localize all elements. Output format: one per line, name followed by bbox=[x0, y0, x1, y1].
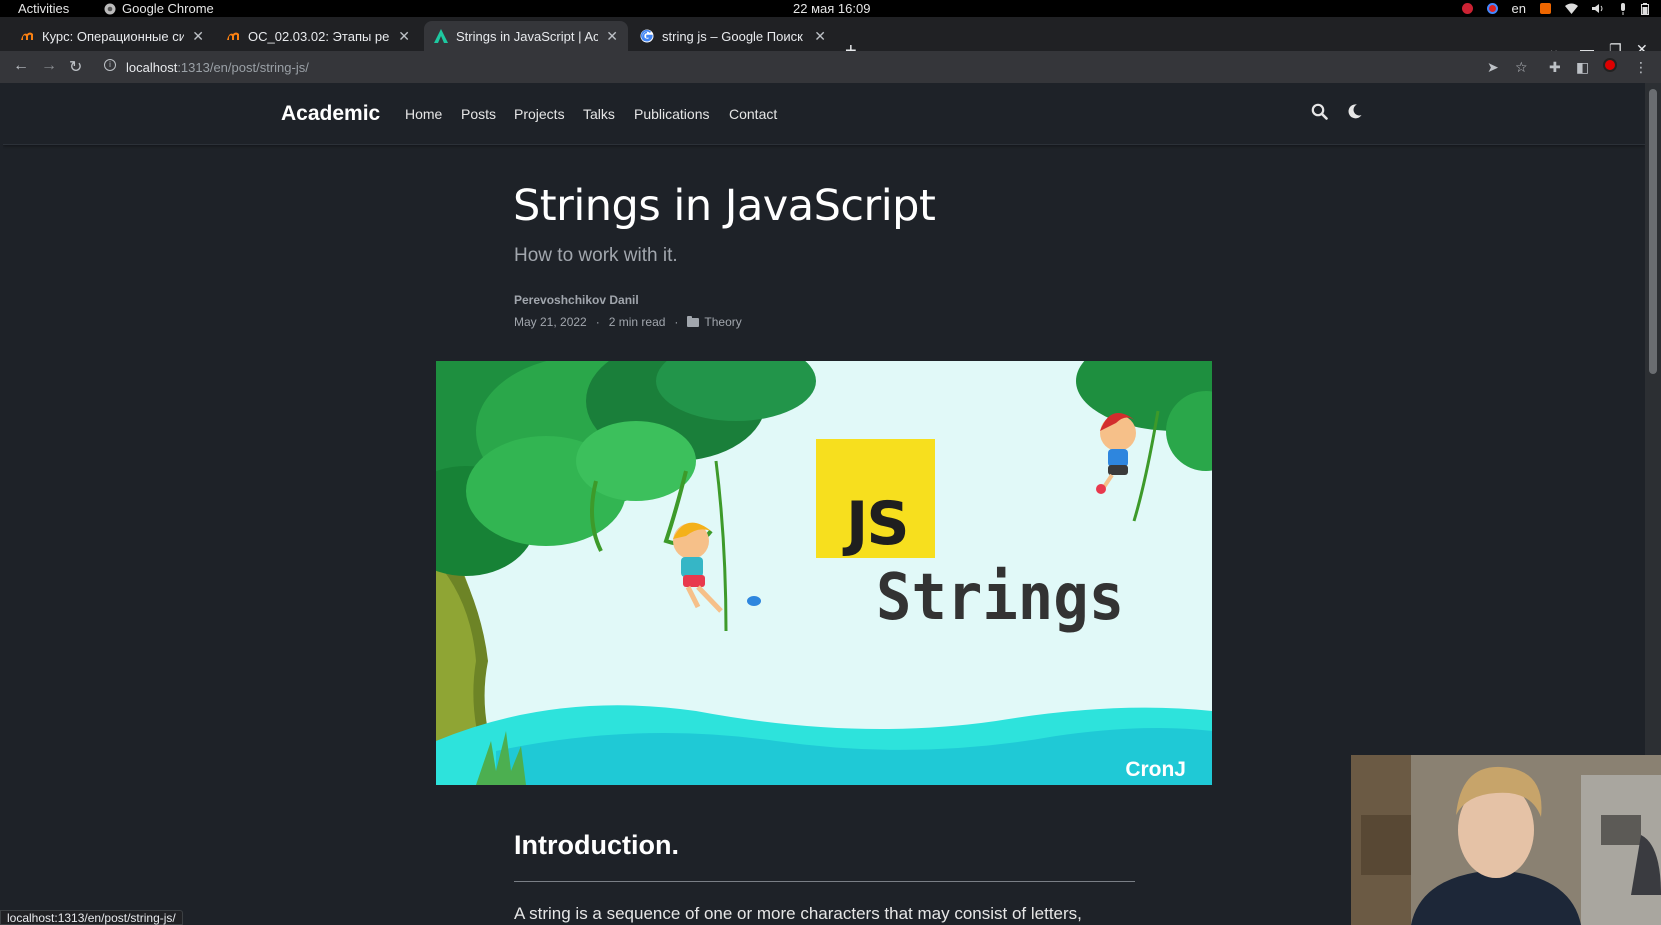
search-icon[interactable] bbox=[1311, 103, 1328, 120]
moodle-icon bbox=[227, 32, 239, 40]
site-info-icon[interactable]: i bbox=[104, 59, 116, 71]
folder-icon bbox=[687, 315, 700, 327]
system-tray[interactable]: en bbox=[1461, 1, 1649, 16]
moodle-icon bbox=[21, 32, 33, 40]
hero-brand: CronJ bbox=[1125, 758, 1186, 781]
volume-icon[interactable] bbox=[1592, 3, 1605, 14]
menu-kebab-icon[interactable]: ⋮ bbox=[1634, 59, 1648, 76]
tab-google-search[interactable]: string js – Google Поиск ✕ bbox=[630, 21, 836, 51]
system-top-bar: Activities Google Chrome 22 мая 16:09 en bbox=[0, 0, 1661, 17]
close-icon[interactable]: ✕ bbox=[606, 28, 618, 45]
article-date: May 21, 2022 bbox=[514, 315, 587, 329]
site-navbar: Academic Home Posts Projects Talks Publi… bbox=[3, 83, 1645, 145]
close-icon[interactable]: ✕ bbox=[192, 28, 204, 45]
webcam-person-image bbox=[1351, 755, 1661, 925]
nav-publications[interactable]: Publications bbox=[634, 106, 710, 122]
url-text[interactable]: localhost:1313/en/post/string-js/ bbox=[126, 60, 309, 75]
js-logo: JS bbox=[816, 439, 935, 559]
clock[interactable]: 22 мая 16:09 bbox=[793, 1, 870, 16]
address-bar[interactable]: i localhost:1313/en/post/string-js/ bbox=[98, 55, 1518, 79]
article-category[interactable]: Theory bbox=[704, 315, 741, 329]
academic-icon bbox=[434, 29, 448, 43]
update-icon[interactable] bbox=[1540, 3, 1551, 14]
article-meta: May 21, 2022 · 2 min read · Theory bbox=[514, 315, 742, 329]
article-subtitle: How to work with it. bbox=[514, 245, 678, 266]
article-read-time: 2 min read bbox=[608, 315, 666, 329]
article-paragraph: A string is a sequence of one or more ch… bbox=[514, 904, 1082, 923]
wifi-icon[interactable] bbox=[1565, 3, 1578, 14]
send-tab-icon[interactable]: ➤ bbox=[1487, 59, 1499, 76]
chrome-icon bbox=[104, 3, 116, 14]
tab-moodle-course[interactable]: Курс: Операционные си ✕ bbox=[0, 21, 214, 51]
meta-separator: · bbox=[674, 315, 679, 329]
back-arrow-icon[interactable]: ← bbox=[13, 57, 29, 75]
tab-strings-in-javascript[interactable]: Strings in JavaScript | Aca ✕ bbox=[424, 21, 628, 51]
webcam-overlay bbox=[1351, 755, 1661, 925]
battery-icon[interactable] bbox=[1641, 2, 1649, 15]
link-status-bar: localhost:1313/en/post/string-js/ bbox=[0, 910, 183, 925]
reload-icon[interactable]: ↻ bbox=[69, 57, 82, 77]
microphone-icon[interactable] bbox=[1619, 2, 1627, 15]
google-icon bbox=[640, 29, 654, 43]
nav-contact[interactable]: Contact bbox=[729, 106, 777, 122]
extensions-puzzle-icon[interactable]: ✚ bbox=[1549, 59, 1561, 76]
app-name: Google Chrome bbox=[122, 1, 214, 16]
browser-toolbar: ← → ↻ i localhost:1313/en/post/string-js… bbox=[0, 51, 1661, 83]
forward-arrow-icon[interactable]: → bbox=[41, 57, 57, 75]
tab-strip: Курс: Операционные си ✕ ОС_02.03.02: Эта… bbox=[0, 17, 1661, 61]
close-icon[interactable]: ✕ bbox=[814, 28, 826, 45]
nav-talks[interactable]: Talks bbox=[583, 106, 615, 122]
nav-projects[interactable]: Projects bbox=[514, 106, 565, 122]
article-author[interactable]: Perevoshchikov Danil bbox=[514, 293, 639, 307]
site-brand[interactable]: Academic bbox=[281, 102, 380, 126]
screen-record-icon[interactable] bbox=[1461, 3, 1473, 14]
section-heading: Introduction. bbox=[514, 830, 679, 860]
article-title: Strings in JavaScript bbox=[513, 181, 936, 231]
side-panel-icon[interactable]: ◧ bbox=[1576, 59, 1589, 76]
featured-image: JS Strings CronJ bbox=[436, 361, 1212, 785]
profile-avatar[interactable] bbox=[1603, 58, 1617, 72]
scrollbar-thumb[interactable] bbox=[1649, 89, 1657, 374]
language-indicator[interactable]: en bbox=[1512, 1, 1526, 16]
meta-separator: · bbox=[595, 315, 600, 329]
heading-divider bbox=[514, 881, 1135, 882]
close-icon[interactable]: ✕ bbox=[398, 28, 410, 45]
app-menu[interactable]: Google Chrome bbox=[104, 1, 214, 16]
activities-button[interactable]: Activities bbox=[18, 1, 69, 16]
app-indicator-icon[interactable] bbox=[1486, 3, 1498, 14]
nav-posts[interactable]: Posts bbox=[461, 106, 496, 122]
hero-heading: Strings bbox=[876, 561, 1125, 635]
bookmark-star-icon[interactable]: ☆ bbox=[1515, 59, 1528, 76]
tab-moodle-os[interactable]: ОС_02.03.02: Этапы реал ✕ bbox=[214, 21, 420, 51]
nav-home[interactable]: Home bbox=[405, 106, 442, 122]
moon-icon[interactable] bbox=[1348, 104, 1362, 119]
